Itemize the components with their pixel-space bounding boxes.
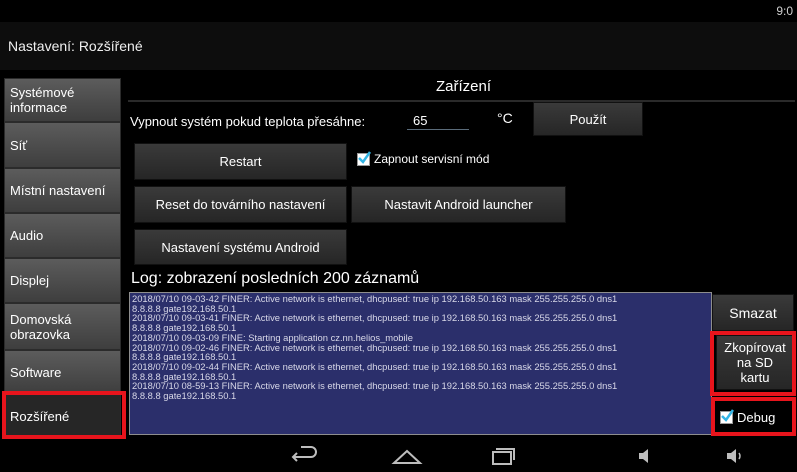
sidebar-item-label: Rozšířené (10, 409, 70, 424)
page-title: Nastavení: Rozšířené (8, 38, 143, 54)
checkmark-icon (358, 150, 371, 164)
android-settings-button[interactable]: Nastavení systému Android (134, 229, 347, 265)
sidebar-item-network[interactable]: Síť (4, 122, 121, 168)
sidebar-item-label: Místní nastavení (10, 183, 106, 198)
sidebar-item-audio[interactable]: Audio (4, 213, 121, 258)
sidebar-item-system-info[interactable]: Systémové informace (4, 78, 121, 122)
copy-to-sd-label-line: kartu (740, 370, 770, 385)
temperature-limit-input[interactable]: 65 (407, 110, 469, 130)
home-icon[interactable] (391, 445, 423, 472)
android-launcher-button-label: Nastavit Android launcher (384, 197, 533, 212)
sidebar-item-label: Síť (10, 137, 28, 153)
debug-label: Debug (737, 410, 776, 425)
volume-down-icon[interactable] (636, 445, 656, 472)
sidebar-item-display[interactable]: Displej (4, 258, 121, 303)
factory-reset-button[interactable]: Reset do továrního nastavení (134, 186, 347, 223)
debug-checkbox[interactable] (720, 409, 734, 424)
sidebar: Systémové informace Síť Místní nastavení… (0, 72, 123, 439)
volume-up-icon[interactable] (724, 445, 746, 472)
sidebar-item-label: Audio (10, 228, 44, 243)
device-panel: Zařízení Vypnout systém pokud teplota př… (126, 72, 797, 439)
sidebar-item-label: Displej (10, 273, 50, 288)
sidebar-item-locale[interactable]: Místní nastavení (4, 168, 121, 213)
factory-reset-button-label: Reset do továrního nastavení (155, 197, 326, 212)
copy-to-sd-button[interactable]: Zkopírovat na SD kartu (716, 335, 794, 390)
sidebar-item-label: Systémové informace (10, 85, 75, 115)
copy-to-sd-label-line: na SD (736, 355, 774, 370)
log-title: Log: zobrazení posledních 200 záznamů (131, 270, 420, 287)
restart-button-label: Restart (219, 154, 262, 169)
debug-toggle[interactable]: Debug (720, 409, 776, 425)
service-mode-checkbox[interactable] (357, 150, 371, 166)
log-view[interactable]: 2018/07/10 09-03-42 FINER: Active networ… (129, 292, 712, 435)
android-settings-button-label: Nastavení systému Android (161, 239, 320, 255)
action-bar: Nastavení: Rozšířené (0, 22, 797, 70)
temperature-unit-label: °C (497, 110, 513, 126)
apply-button-label: Použít (569, 111, 607, 127)
status-clock: 9:0 (776, 4, 793, 18)
apply-button[interactable]: Použít (533, 102, 643, 136)
clear-log-button[interactable]: Smazat (712, 294, 794, 331)
sidebar-item-home-screen[interactable]: Domovská obrazovka (4, 303, 121, 350)
sidebar-item-software[interactable]: Software (4, 350, 121, 394)
clear-log-button-label: Smazat (729, 304, 777, 321)
back-icon[interactable] (289, 445, 319, 472)
section-divider (128, 100, 795, 102)
navigation-bar (0, 439, 797, 472)
recents-icon[interactable] (487, 445, 517, 472)
log-line: 8.8.8.8 gate192.168.50.1 (132, 390, 237, 402)
sidebar-item-advanced[interactable]: Rozšířené (4, 394, 121, 439)
status-bar: 9:0 (0, 0, 797, 22)
android-launcher-button[interactable]: Nastavit Android launcher (351, 186, 566, 223)
section-title: Zařízení (436, 78, 492, 95)
checkmark-icon (721, 409, 734, 422)
restart-button[interactable]: Restart (134, 143, 347, 180)
service-mode-label: Zapnout servisní mód (374, 152, 490, 166)
service-mode-toggle[interactable]: Zapnout servisní mód (357, 150, 490, 166)
sidebar-item-label: Domovská obrazovka (10, 311, 72, 342)
temperature-limit-label: Vypnout systém pokud teplota přesáhne: (130, 114, 366, 129)
copy-to-sd-label-line: Zkopírovat (724, 340, 786, 355)
sidebar-item-label: Software (10, 364, 62, 380)
